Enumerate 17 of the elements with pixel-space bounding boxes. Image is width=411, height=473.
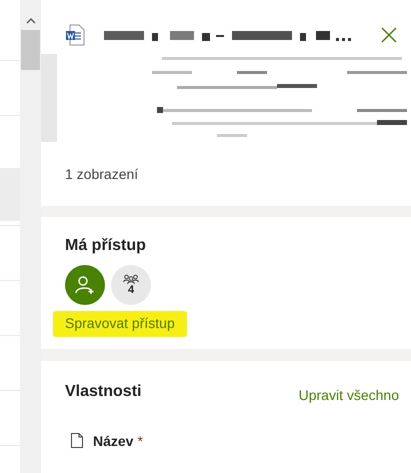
members-button[interactable]: 4	[111, 265, 151, 306]
section-heading: Vlastnosti	[65, 382, 142, 401]
add-person-button[interactable]	[65, 265, 105, 306]
manage-access-link[interactable]: Spravovat přístup	[53, 311, 187, 338]
document-icon	[71, 433, 83, 448]
edit-all-link[interactable]: Upravit všechno	[298, 386, 399, 403]
scroll-up-icon[interactable]	[26, 18, 36, 24]
add-person-icon	[75, 275, 95, 296]
scrollbar[interactable]	[20, 0, 41, 473]
required-mark: *	[137, 432, 143, 449]
view-count: 1 zobrazení	[65, 166, 140, 182]
people-icon	[123, 274, 139, 284]
close-button[interactable]	[379, 25, 399, 46]
word-document-icon	[65, 24, 85, 46]
scrollbar-thumb[interactable]	[21, 30, 40, 70]
section-heading: Má přístup	[65, 237, 147, 256]
field-label: Název	[93, 432, 134, 449]
